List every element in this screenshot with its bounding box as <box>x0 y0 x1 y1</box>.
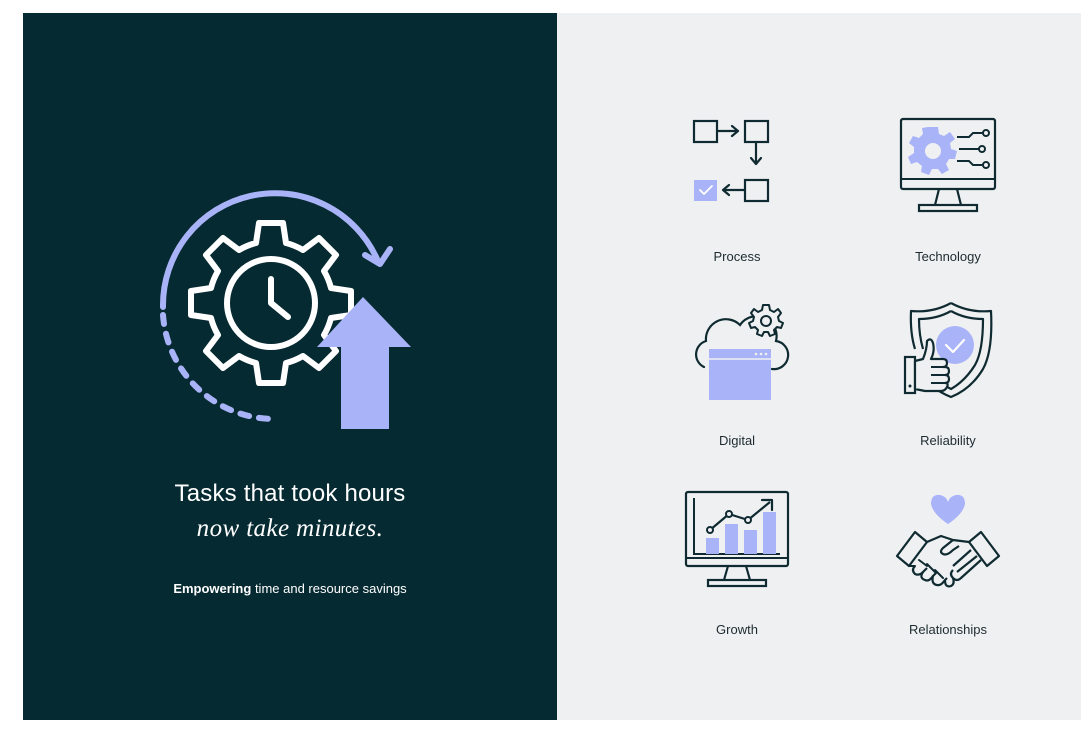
feature-label-reliability: Reliability <box>920 433 976 448</box>
subline-rest: time and resource savings <box>251 581 407 596</box>
shield-check-thumbs-up-icon <box>903 302 993 399</box>
hero-svg <box>159 190 411 429</box>
infographic-canvas: Tasks that took hours now take minutes. … <box>23 13 1081 720</box>
handshake-heart-icon <box>895 494 1001 588</box>
feature-growth: Growth <box>657 486 817 638</box>
cloud-window-gear-icon <box>694 304 790 400</box>
feature-label-relationships: Relationships <box>908 622 988 637</box>
left-panel: Tasks that took hours now take minutes. … <box>23 13 557 720</box>
subline: Empowering time and resource savings <box>23 580 557 598</box>
feature-digital: Digital <box>657 297 817 449</box>
monitor-gear-circuit-icon <box>899 117 997 213</box>
feature-technology: Technology <box>868 113 1028 265</box>
monitor-bar-chart-icon <box>684 490 790 588</box>
feature-label-technology: Technology <box>915 249 981 264</box>
process-flow-icon <box>692 119 770 203</box>
feature-label-growth: Growth <box>716 622 758 637</box>
headline-line-1: Tasks that took hours <box>174 480 406 507</box>
feature-label-process: Process <box>713 249 761 264</box>
subline-bold: Empowering <box>173 581 252 596</box>
feature-relationships: Relationships <box>868 486 1028 638</box>
feature-reliability: Reliability <box>868 297 1028 449</box>
feature-process: Process <box>657 113 817 265</box>
feature-label-digital: Digital <box>718 433 756 448</box>
gear-clock-upward-arrow-icon <box>153 189 423 429</box>
headline-line-2: now take minutes. <box>196 515 384 542</box>
